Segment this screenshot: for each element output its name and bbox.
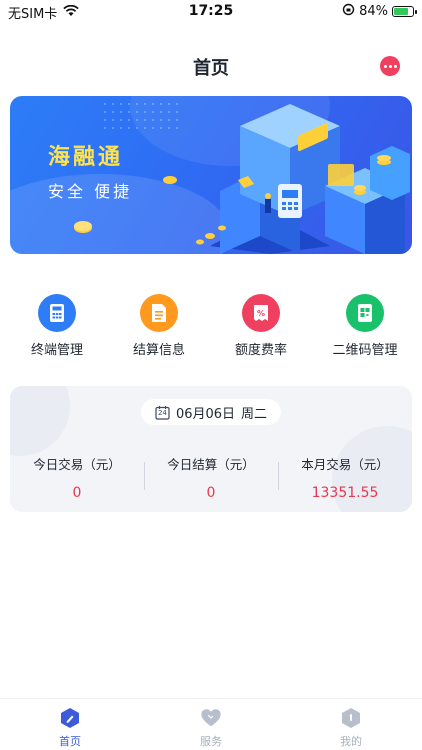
stat-value: 13351.55 xyxy=(311,485,379,501)
svg-text:%: % xyxy=(257,309,265,318)
bottom-tab-bar: 首页 服务 我的 xyxy=(0,698,422,750)
weekday-text: 周二 xyxy=(241,406,268,422)
quick-item-label: 二维码管理 xyxy=(332,343,398,358)
orientation-lock-icon xyxy=(342,3,355,20)
more-dot xyxy=(383,64,387,68)
battery-percent: 84% xyxy=(359,4,388,19)
calendar-icon: 24 xyxy=(155,405,170,420)
battery-icon xyxy=(392,6,417,17)
stat-value: 0 xyxy=(72,485,82,501)
banner-illustration xyxy=(74,103,410,254)
stat-label: 今日结算（元） xyxy=(167,457,255,472)
daily-stats-card: 24 06月06日 周二 今日交易（元） 0 今日结算（元） 0 本月交易（元）… xyxy=(10,386,412,512)
quick-item-terminal[interactable]: 终端管理 xyxy=(7,294,107,358)
percent-icon: % xyxy=(242,294,280,332)
status-bar: 无SIM卡 17:25 84% xyxy=(0,0,422,24)
heart-icon xyxy=(200,707,222,729)
quick-item-qrcode[interactable]: 二维码管理 xyxy=(315,294,415,358)
quick-menu: 终端管理 结算信息 % 额度费率 二维码管理 xyxy=(0,270,422,370)
stat-label: 今日交易（元） xyxy=(33,457,121,472)
quick-item-label: 终端管理 xyxy=(30,343,83,358)
promo-banner[interactable]: 海融通 安全 便捷 xyxy=(10,96,412,254)
document-icon xyxy=(140,294,178,332)
home-icon xyxy=(59,707,81,729)
stat-label: 本月交易（元） xyxy=(301,457,389,472)
stat-today-transaction: 今日交易（元） 0 xyxy=(10,454,144,501)
quick-item-settlement[interactable]: 结算信息 xyxy=(109,294,209,358)
calendar-day: 24 xyxy=(157,408,167,417)
tab-service[interactable]: 服务 xyxy=(171,707,251,749)
date-pill[interactable]: 24 06月06日 周二 xyxy=(141,399,281,425)
page-title: 首页 xyxy=(193,58,229,79)
stat-month-transaction: 本月交易（元） 13351.55 xyxy=(278,454,412,501)
quick-item-rate[interactable]: % 额度费率 xyxy=(211,294,311,358)
tab-label: 服务 xyxy=(200,735,222,748)
page-header: 首页 xyxy=(0,40,422,96)
tab-label: 我的 xyxy=(340,735,362,748)
message-button[interactable] xyxy=(380,56,400,76)
more-dot xyxy=(393,64,397,68)
banner-brand: 海融通 xyxy=(48,145,124,170)
banner-slogan: 安全 便捷 xyxy=(48,182,133,201)
tab-home[interactable]: 首页 xyxy=(30,707,110,749)
stat-value: 0 xyxy=(206,485,216,501)
date-text: 06月06日 xyxy=(175,406,236,422)
stat-today-settlement: 今日结算（元） 0 xyxy=(144,454,278,501)
terminal-icon xyxy=(38,294,76,332)
card-decoration xyxy=(10,386,70,456)
quick-item-label: 额度费率 xyxy=(234,343,287,358)
quick-item-label: 结算信息 xyxy=(132,343,185,358)
tab-profile[interactable]: 我的 xyxy=(311,707,391,749)
profile-icon xyxy=(340,707,362,729)
tab-label: 首页 xyxy=(59,735,81,748)
more-dot xyxy=(388,64,392,68)
qrcode-icon xyxy=(346,294,384,332)
